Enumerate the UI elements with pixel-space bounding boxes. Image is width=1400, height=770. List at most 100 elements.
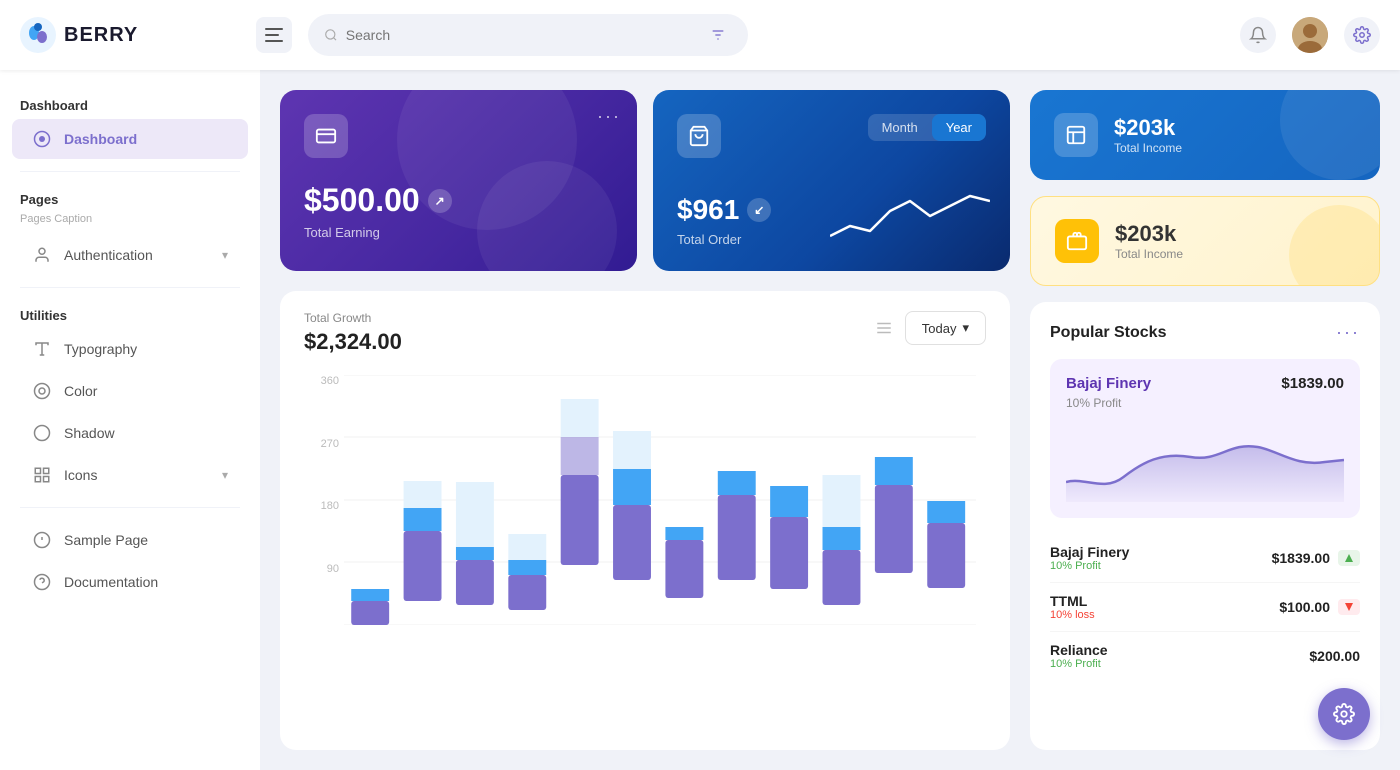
sample-icon — [32, 530, 52, 550]
top-cards: ··· $500.00 ↗ Total Earning Month — [280, 90, 1010, 271]
y-label-180: 180 — [304, 500, 339, 512]
search-input[interactable] — [346, 27, 697, 43]
sidebar-item-dashboard[interactable]: Dashboard — [12, 119, 248, 159]
menu-icon — [265, 28, 283, 42]
sidebar-item-documentation[interactable]: Documentation — [12, 562, 248, 602]
sidebar-item-sample-label: Sample Page — [64, 532, 148, 548]
earning-amount: $500.00 ↗ — [304, 182, 613, 219]
sidebar-item-sample[interactable]: Sample Page — [12, 520, 248, 560]
stock-bajaj-badge — [1338, 550, 1360, 566]
stocks-title: Popular Stocks — [1050, 324, 1166, 342]
avatar[interactable] — [1292, 17, 1328, 53]
sidebar-item-icons[interactable]: Icons ▾ — [12, 455, 248, 495]
logo-icon — [20, 17, 56, 53]
shadow-icon — [32, 423, 52, 443]
filter-button[interactable] — [704, 19, 732, 51]
sidebar-item-shadow-label: Shadow — [64, 425, 115, 441]
year-button[interactable]: Year — [932, 114, 986, 141]
featured-stock-profit: 10% Profit — [1066, 396, 1344, 410]
chart-area: 360 270 180 90 — [304, 375, 986, 655]
today-button[interactable]: Today ▾ — [905, 311, 986, 345]
stock-reliance-status: 10% Profit — [1050, 658, 1108, 670]
featured-stock-name: Bajaj Finery — [1066, 375, 1151, 392]
auth-icon — [32, 245, 52, 265]
sidebar-item-typography[interactable]: Typography — [12, 329, 248, 369]
featured-stock: Bajaj Finery $1839.00 10% Profit — [1050, 359, 1360, 518]
typography-icon — [32, 339, 52, 359]
sidebar-section-pages: Pages — [0, 184, 260, 211]
color-icon — [32, 381, 52, 401]
card-income-blue: $203k Total Income — [1030, 90, 1380, 180]
sidebar-item-color-label: Color — [64, 383, 97, 399]
stock-reliance-price: $200.00 — [1309, 648, 1360, 664]
income-yellow-icon — [1055, 219, 1099, 263]
sidebar-item-color[interactable]: Color — [12, 371, 248, 411]
stock-bajaj-right: $1839.00 — [1272, 550, 1360, 566]
chart-title-area: Total Growth $2,324.00 — [304, 311, 402, 355]
settings-button[interactable] — [1344, 17, 1380, 53]
income-blue-text: $203k Total Income — [1114, 115, 1182, 155]
bar-chart-svg — [344, 375, 976, 625]
main-layout: Dashboard Dashboard Pages Pages Caption … — [0, 70, 1400, 770]
stock-ttml-status: 10% loss — [1050, 609, 1095, 621]
stock-reliance-right: $200.00 — [1309, 648, 1360, 664]
earning-trend-icon: ↗ — [428, 189, 452, 213]
sidebar-item-authentication[interactable]: Authentication ▾ — [12, 235, 248, 275]
stock-ttml-info: TTML 10% loss — [1050, 593, 1095, 621]
month-button[interactable]: Month — [868, 114, 932, 141]
stock-row-reliance: Reliance 10% Profit $200.00 — [1050, 632, 1360, 680]
income-yellow-text: $203k Total Income — [1115, 221, 1183, 261]
sidebar-item-shadow[interactable]: Shadow — [12, 413, 248, 453]
bell-button[interactable] — [1240, 17, 1276, 53]
card-order: Month Year $961 ↙ Total Order — [653, 90, 1010, 271]
sidebar-section-utilities: Utilities — [0, 300, 260, 327]
menu-button[interactable] — [256, 17, 292, 53]
stock-ttml-badge — [1338, 599, 1360, 615]
y-labels: 360 270 180 90 — [304, 375, 339, 625]
sidebar-section-dashboard: Dashboard — [0, 90, 260, 117]
sidebar-divider-2 — [20, 287, 240, 288]
time-toggle: Month Year — [868, 114, 986, 141]
chevron-down-icon: ▾ — [222, 248, 228, 262]
chevron-icons-icon: ▾ — [222, 468, 228, 482]
stock-row-bajaj: Bajaj Finery 10% Profit $1839.00 — [1050, 534, 1360, 583]
fab-button[interactable] — [1318, 688, 1370, 740]
content-right: $203k Total Income $203k Total Income Po… — [1030, 90, 1380, 750]
income-blue-amount: $203k — [1114, 115, 1182, 141]
sidebar-item-icons-label: Icons — [64, 467, 97, 483]
stock-bajaj-info: Bajaj Finery 10% Profit — [1050, 544, 1129, 572]
income-yellow-label: Total Income — [1115, 247, 1183, 261]
stock-bajaj-name: Bajaj Finery — [1050, 544, 1129, 560]
stock-ttml-price: $100.00 — [1279, 599, 1330, 615]
stock-reliance-info: Reliance 10% Profit — [1050, 642, 1108, 670]
earning-icon-wrap — [304, 114, 348, 158]
order-chart — [830, 181, 990, 251]
sidebar-item-dashboard-label: Dashboard — [64, 131, 137, 147]
earning-more-button[interactable]: ··· — [597, 106, 621, 127]
icons-nav-icon — [32, 465, 52, 485]
sidebar-item-docs-label: Documentation — [64, 574, 158, 590]
search-bar — [308, 14, 748, 56]
sidebar-item-auth-label: Authentication — [64, 247, 153, 263]
sidebar: Dashboard Dashboard Pages Pages Caption … — [0, 70, 260, 770]
sidebar-item-typography-label: Typography — [64, 341, 137, 357]
stocks-more-button[interactable]: ··· — [1336, 322, 1360, 343]
order-trend-icon: ↙ — [747, 198, 771, 222]
logo-text: BERRY — [64, 24, 138, 47]
content-left: ··· $500.00 ↗ Total Earning Month — [280, 90, 1010, 750]
content-area: ··· $500.00 ↗ Total Earning Month — [260, 70, 1400, 770]
logo-area: BERRY — [20, 17, 240, 53]
chart-card: Total Growth $2,324.00 Today ▾ 360 — [280, 291, 1010, 750]
income-yellow-amount: $203k — [1115, 221, 1183, 247]
navbar: BERRY — [0, 0, 1400, 70]
income-blue-icon — [1054, 113, 1098, 157]
featured-stock-top: Bajaj Finery $1839.00 — [1066, 375, 1344, 392]
stock-ttml-name: TTML — [1050, 593, 1095, 609]
earning-label: Total Earning — [304, 225, 613, 240]
y-label-360: 360 — [304, 375, 339, 387]
featured-stock-price: $1839.00 — [1281, 375, 1344, 392]
order-top: Month Year — [677, 114, 986, 182]
y-label-90: 90 — [304, 563, 339, 575]
income-blue-label: Total Income — [1114, 141, 1182, 155]
stock-ttml-right: $100.00 — [1279, 599, 1360, 615]
